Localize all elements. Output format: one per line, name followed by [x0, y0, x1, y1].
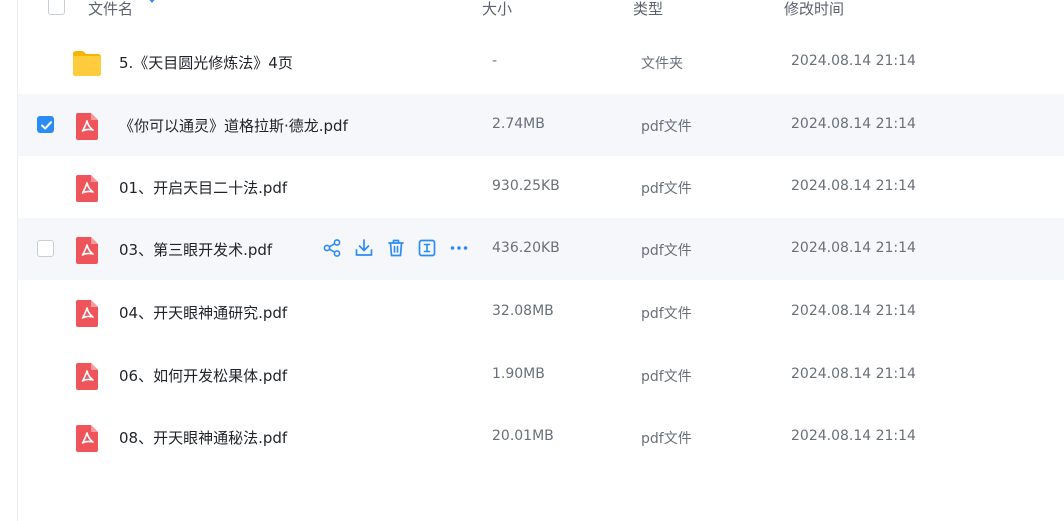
column-header-modified[interactable]: 修改时间 [784, 0, 844, 19]
file-modified-time: 2024.08.14 21:14 [791, 53, 916, 69]
pdf-icon [76, 363, 98, 390]
column-header-type[interactable]: 类型 [633, 0, 663, 19]
file-size: 1.90MB [492, 366, 545, 382]
file-size: 32.08MB [492, 303, 554, 319]
share-icon[interactable] [321, 237, 343, 259]
file-modified-time: 2024.08.14 21:14 [791, 428, 916, 444]
file-type: pdf文件 [641, 243, 692, 259]
file-type: pdf文件 [641, 431, 692, 447]
sort-icon[interactable] [147, 0, 157, 4]
pdf-icon [76, 237, 98, 264]
file-size: 930.25KB [492, 178, 560, 194]
file-type: pdf文件 [641, 369, 692, 385]
file-name[interactable]: 08、开天眼神通秘法.pdf [119, 427, 287, 448]
file-name[interactable]: 5.《天目圆光修炼法》4页 [119, 52, 293, 73]
file-name[interactable]: 《你可以通灵》道格拉斯·德龙.pdf [119, 115, 348, 136]
folder-icon [73, 51, 101, 76]
download-icon[interactable] [353, 237, 375, 259]
file-size: - [492, 53, 498, 69]
file-type: 文件夹 [641, 56, 683, 72]
file-modified-time: 2024.08.14 21:14 [791, 116, 916, 132]
file-modified-time: 2024.08.14 21:14 [791, 303, 916, 319]
pdf-icon [76, 425, 98, 452]
file-type: pdf文件 [641, 119, 692, 135]
file-type: pdf文件 [641, 181, 692, 197]
file-row-selected[interactable]: 《你可以通灵》道格拉斯·德龙.pdf 2.74MB pdf文件 2024.08.… [18, 94, 1064, 156]
row-checkbox[interactable] [37, 240, 54, 257]
file-modified-time: 2024.08.14 21:14 [791, 366, 916, 382]
file-row-hovered[interactable]: 03、第三眼开发术.pdf 436.20KB pdf文件 2024.08.14 [18, 218, 1064, 280]
row-checkbox-checked[interactable] [37, 116, 54, 133]
file-row[interactable]: 01、开启天目二十法.pdf 930.25KB pdf文件 2024.08.14… [18, 156, 1064, 218]
file-size: 20.01MB [492, 428, 554, 444]
file-modified-time: 2024.08.14 21:14 [791, 178, 916, 194]
file-name[interactable]: 06、如何开发松果体.pdf [119, 365, 287, 386]
file-size: 436.20KB [492, 240, 560, 256]
file-row[interactable]: 06、如何开发松果体.pdf 1.90MB pdf文件 2024.08.14 2… [18, 344, 1064, 406]
checkmark-icon [41, 121, 52, 130]
file-row[interactable]: 08、开天眼神通秘法.pdf 20.01MB pdf文件 2024.08.14 … [18, 406, 1064, 468]
file-list-header: 文件名 大小 类型 修改时间 [18, 0, 1064, 24]
select-all-checkbox[interactable] [48, 0, 65, 15]
delete-icon[interactable] [385, 237, 407, 259]
file-modified-time: 2024.08.14 21:14 [791, 240, 916, 256]
pdf-icon [76, 300, 98, 327]
rename-icon[interactable] [416, 237, 438, 259]
more-icon[interactable] [448, 237, 470, 259]
file-row[interactable]: 5.《天目圆光修炼法》4页 - 文件夹 2024.08.14 21:14 [18, 31, 1064, 93]
file-row[interactable]: 04、开天眼神通研究.pdf 32.08MB pdf文件 2024.08.14 … [18, 281, 1064, 343]
column-header-size[interactable]: 大小 [482, 0, 512, 19]
pdf-icon [76, 113, 98, 140]
column-header-name[interactable]: 文件名 [88, 0, 133, 19]
row-actions [321, 237, 471, 261]
pdf-icon [76, 175, 98, 202]
file-size: 2.74MB [492, 116, 545, 132]
file-name[interactable]: 04、开天眼神通研究.pdf [119, 302, 287, 323]
file-name[interactable]: 01、开启天目二十法.pdf [119, 177, 287, 198]
file-type: pdf文件 [641, 306, 692, 322]
file-name[interactable]: 03、第三眼开发术.pdf [119, 239, 272, 260]
